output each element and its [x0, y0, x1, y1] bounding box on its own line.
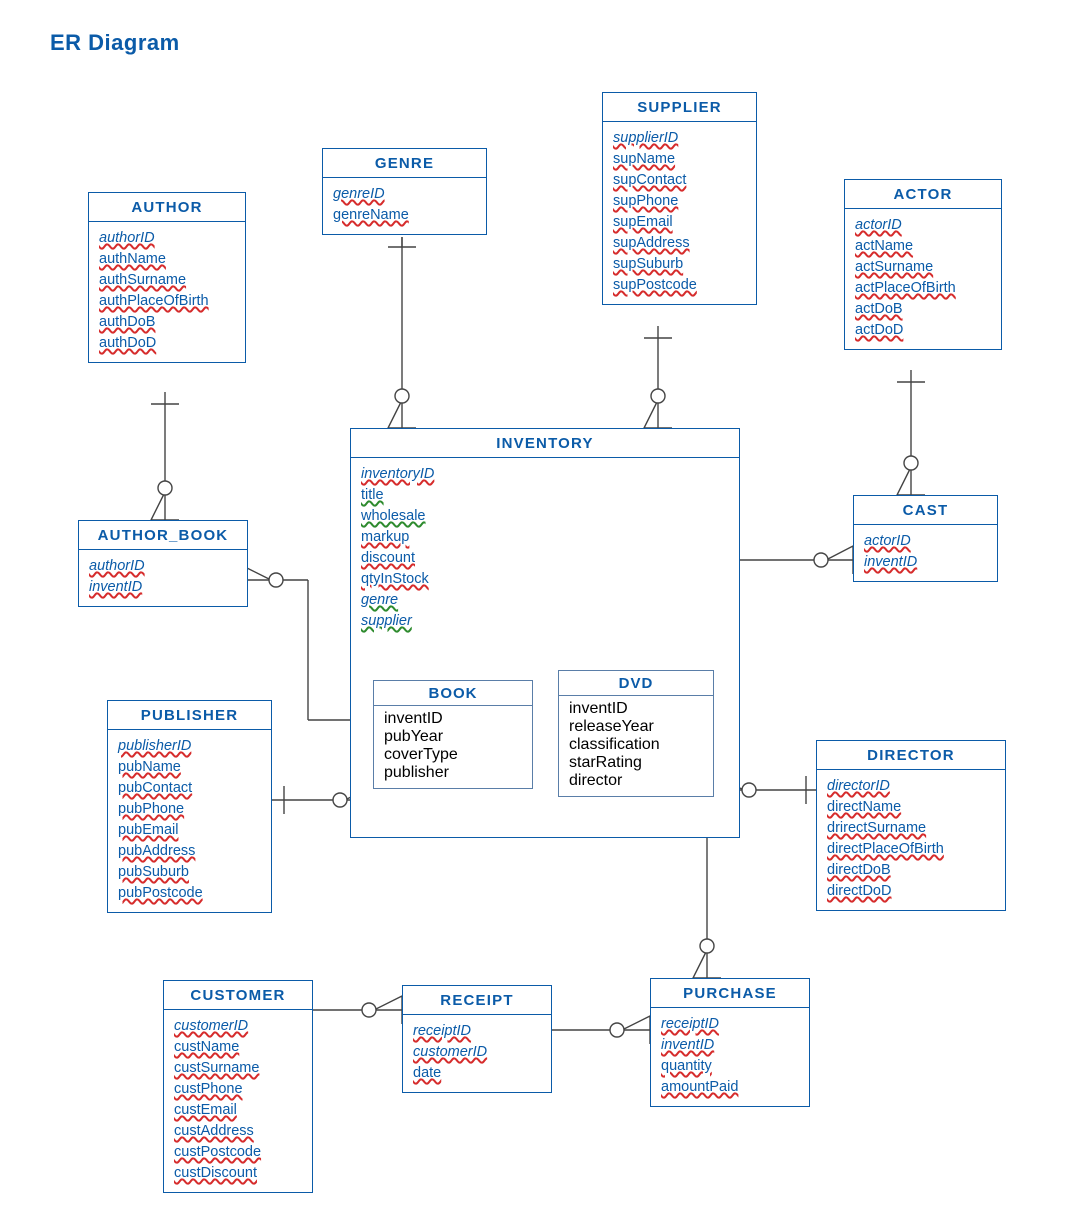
entity-attr: authName — [99, 249, 235, 270]
entity-attr: inventID — [569, 700, 703, 718]
entity-attr: amountPaid — [661, 1077, 799, 1098]
entity-attr: receiptID — [661, 1014, 799, 1035]
entity-attr: coverType — [384, 746, 522, 764]
entity-attr: supName — [613, 149, 746, 170]
entity-attr: title — [361, 485, 729, 506]
entity-attr: pubYear — [384, 728, 522, 746]
entity-attr: customerID — [174, 1016, 302, 1037]
entity-author: AUTHOR authorIDauthNameauthSurnameauthPl… — [88, 192, 246, 363]
entity-publisher: PUBLISHER publisherIDpubNamepubContactpu… — [107, 700, 272, 913]
entity-attr: supEmail — [613, 212, 746, 233]
entity-attr: inventoryID — [361, 464, 729, 485]
entity-attr: supPostcode — [613, 275, 746, 296]
entity-actor: ACTOR actorIDactNameactSurnameactPlaceOf… — [844, 179, 1002, 350]
entity-attr: directorID — [827, 776, 995, 797]
entity-attr: discount — [361, 548, 729, 569]
entity-attr: supplier — [361, 611, 729, 632]
entity-attr: pubEmail — [118, 820, 261, 841]
entity-attr: publisher — [384, 764, 522, 782]
entity-attr: custName — [174, 1037, 302, 1058]
entity-attr: pubPhone — [118, 799, 261, 820]
entity-attr: pubName — [118, 757, 261, 778]
entity-attr: pubPostcode — [118, 883, 261, 904]
entity-attrs: authorIDauthNameauthSurnameauthPlaceOfBi… — [89, 222, 245, 362]
entity-attr: genreID — [333, 184, 476, 205]
entity-book: BOOK inventIDpubYearcoverTypepublisher — [373, 680, 533, 789]
entity-attr: qtyInStock — [361, 569, 729, 590]
entity-attr: custAddress — [174, 1121, 302, 1142]
entity-attr: authDoB — [99, 312, 235, 333]
entity-author-book: AUTHOR_BOOK authorIDinventID — [78, 520, 248, 607]
entity-attr: custEmail — [174, 1100, 302, 1121]
entity-attr: pubAddress — [118, 841, 261, 862]
entity-attr: authSurname — [99, 270, 235, 291]
entity-attr: inventID — [864, 552, 987, 573]
entity-attr: supplierID — [613, 128, 746, 149]
entity-attr: directDoB — [827, 860, 995, 881]
entity-attr: authorID — [89, 556, 237, 577]
entity-attr: actDoD — [855, 320, 991, 341]
entity-attr: authDoD — [99, 333, 235, 354]
entity-attr: custPhone — [174, 1079, 302, 1100]
entity-attr: pubSuburb — [118, 862, 261, 883]
entity-attr: receiptID — [413, 1021, 541, 1042]
entity-director: DIRECTOR directorIDdirectNamedrirectSurn… — [816, 740, 1006, 911]
entity-attr: pubContact — [118, 778, 261, 799]
entity-dvd: DVD inventIDreleaseYearclassificationsta… — [558, 670, 714, 797]
entity-attr: customerID — [413, 1042, 541, 1063]
entity-attr: actorID — [864, 531, 987, 552]
entity-attr: publisherID — [118, 736, 261, 757]
entity-attr: starRating — [569, 754, 703, 772]
entity-attr: directPlaceOfBirth — [827, 839, 995, 860]
entity-attr: actName — [855, 236, 991, 257]
entity-attr: custPostcode — [174, 1142, 302, 1163]
entity-purchase: PURCHASE receiptIDinventIDquantityamount… — [650, 978, 810, 1107]
entity-attr: inventID — [661, 1035, 799, 1056]
entity-attr: quantity — [661, 1056, 799, 1077]
entity-attr: custSurname — [174, 1058, 302, 1079]
entity-attr: actDoB — [855, 299, 991, 320]
entity-attr: actPlaceOfBirth — [855, 278, 991, 299]
entity-attr: authPlaceOfBirth — [99, 291, 235, 312]
entity-attr: actorID — [855, 215, 991, 236]
entity-genre: GENRE genreIDgenreName — [322, 148, 487, 235]
entity-attr: supAddress — [613, 233, 746, 254]
entity-attr: directDoD — [827, 881, 995, 902]
entity-attr: authorID — [99, 228, 235, 249]
entity-attr: wholesale — [361, 506, 729, 527]
entity-receipt: RECEIPT receiptIDcustomerIDdate — [402, 985, 552, 1093]
entity-attr: supPhone — [613, 191, 746, 212]
entity-attr: genreName — [333, 205, 476, 226]
entity-attr: inventID — [89, 577, 237, 598]
entity-attr: supContact — [613, 170, 746, 191]
page-title: ER Diagram — [50, 30, 180, 56]
entity-title: AUTHOR — [89, 193, 245, 222]
entity-supplier: SUPPLIER supplierIDsupNamesupContactsupP… — [602, 92, 757, 305]
entity-attr: drirectSurname — [827, 818, 995, 839]
entity-attr: directName — [827, 797, 995, 818]
entity-attr: director — [569, 772, 703, 790]
entity-attr: actSurname — [855, 257, 991, 278]
entity-attr: releaseYear — [569, 718, 703, 736]
entity-attr: genre — [361, 590, 729, 611]
entity-attr: classification — [569, 736, 703, 754]
entity-attr: inventID — [384, 710, 522, 728]
entity-attr: supSuburb — [613, 254, 746, 275]
entity-attr: date — [413, 1063, 541, 1084]
entity-cast: CAST actorIDinventID — [853, 495, 998, 582]
entity-attr: custDiscount — [174, 1163, 302, 1184]
entity-customer: CUSTOMER customerIDcustNamecustSurnamecu… — [163, 980, 313, 1193]
entity-attr: markup — [361, 527, 729, 548]
